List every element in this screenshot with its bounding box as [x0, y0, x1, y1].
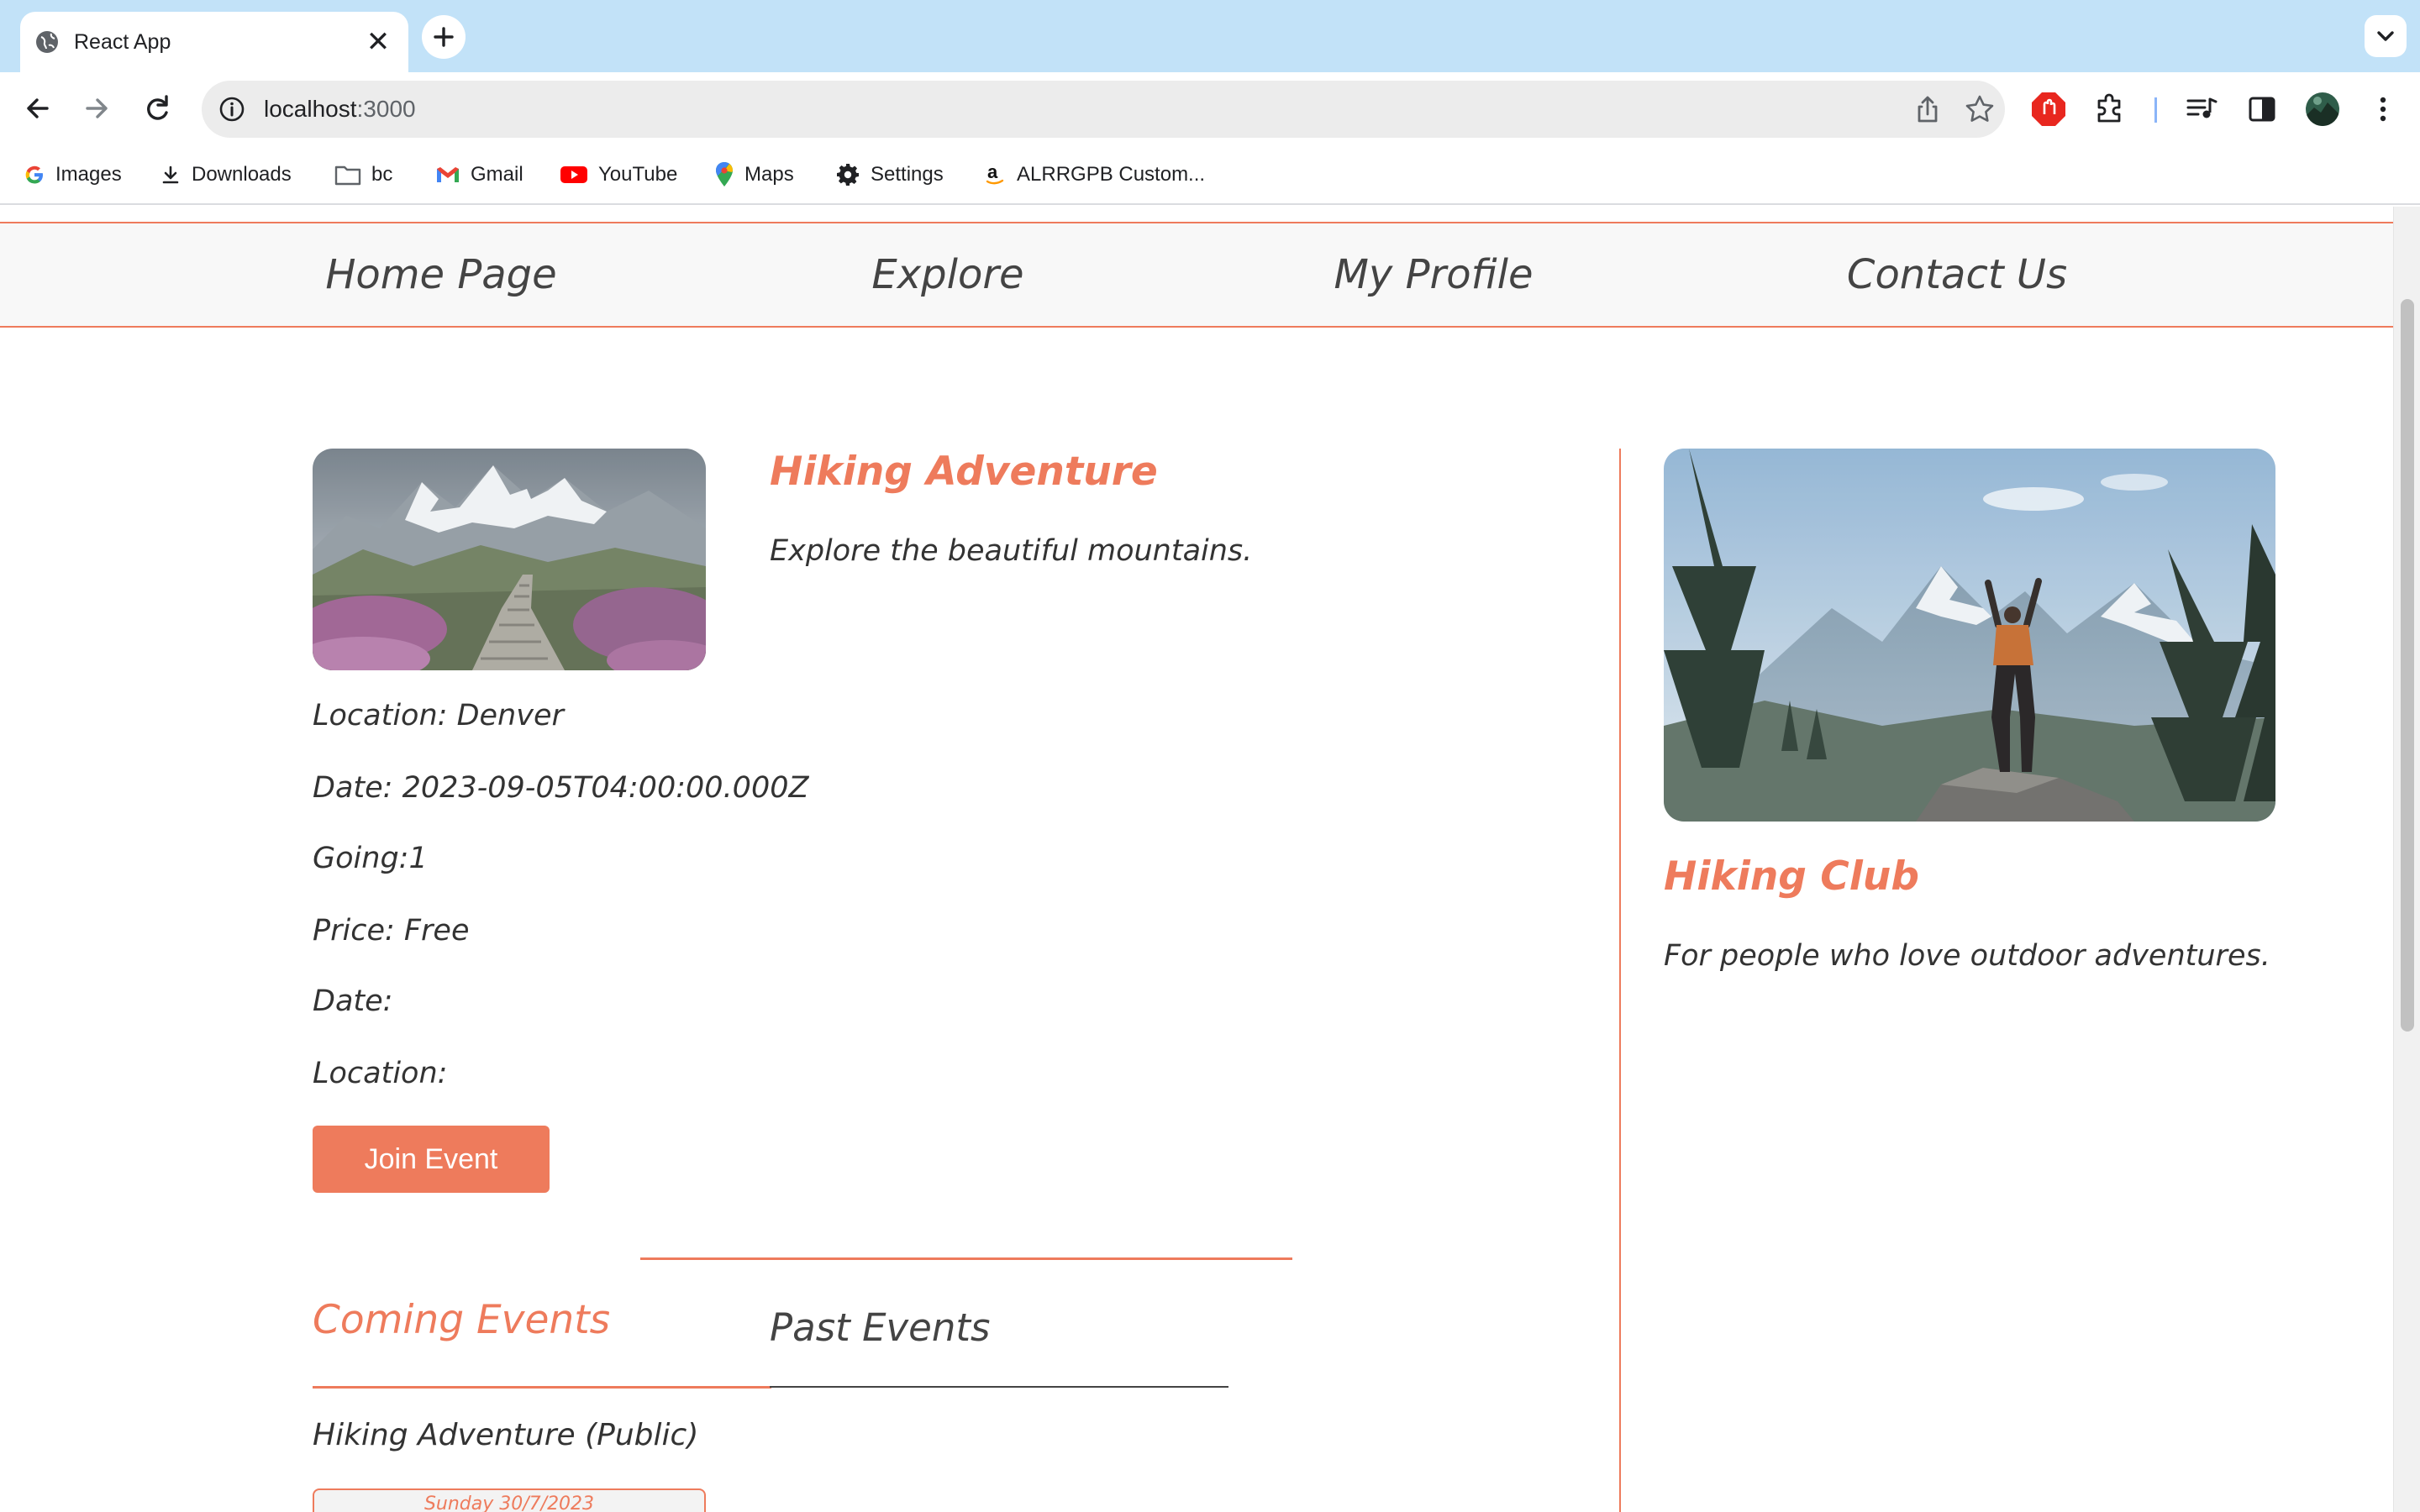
- bookmark-label: YouTube: [598, 163, 678, 186]
- event-date-card[interactable]: Sunday 30/7/2023: [313, 1488, 706, 1512]
- hiker-summit-image: [1664, 449, 2275, 822]
- event-location: Location: Denver: [313, 699, 564, 732]
- tab-search-button[interactable]: [2365, 15, 2407, 57]
- folder-icon: [334, 165, 361, 186]
- tab-coming-events[interactable]: Coming Events: [313, 1297, 610, 1343]
- club-title: Hiking Club: [1664, 853, 1919, 900]
- google-icon: [25, 165, 43, 184]
- join-event-button[interactable]: Join Event: [313, 1126, 550, 1193]
- media-controls-icon[interactable]: [2180, 87, 2223, 131]
- nav-explore-link[interactable]: Explore: [871, 223, 1023, 326]
- bookmark-youtube[interactable]: YouTube: [560, 144, 677, 205]
- bookmark-images[interactable]: Images: [24, 144, 122, 205]
- club-description: For people who love outdoor adventures.: [1664, 939, 2270, 973]
- site-info-icon[interactable]: [217, 94, 247, 124]
- forward-arrow-icon[interactable]: [72, 84, 121, 133]
- side-panel-icon[interactable]: [2240, 87, 2284, 131]
- coming-event-item[interactable]: Hiking Adventure (Public): [313, 1418, 698, 1452]
- download-icon: [162, 165, 179, 184]
- url-host: localhost: [264, 96, 357, 122]
- bookmark-label: Maps: [744, 163, 794, 186]
- svg-text:a: a: [987, 162, 998, 182]
- bookmark-star-icon[interactable]: [1963, 92, 1996, 126]
- event-going: Going:1: [313, 842, 428, 875]
- event-date: Date: 2023-09-05T04:00:00.000Z: [313, 771, 809, 805]
- maps-icon: [716, 162, 733, 186]
- gmail-icon: [437, 167, 459, 182]
- nav-home-link[interactable]: Home Page: [325, 223, 556, 326]
- tab-past-events[interactable]: Past Events: [770, 1305, 990, 1350]
- bookmark-maps[interactable]: Maps: [714, 144, 794, 205]
- share-icon[interactable]: [1911, 92, 1944, 126]
- close-tab-icon[interactable]: ✕: [361, 25, 395, 59]
- bookmark-downloads[interactable]: Downloads: [160, 144, 292, 205]
- club-image: [1664, 449, 2275, 822]
- past-tab-underline: [770, 1386, 1228, 1388]
- amazon-icon: a: [986, 162, 1004, 185]
- browser-tab[interactable]: React App ✕: [20, 12, 408, 72]
- url-port: :3000: [356, 96, 416, 122]
- bookmark-amazon[interactable]: a ALRRGPB Custom...: [985, 144, 1205, 205]
- new-tab-button[interactable]: [422, 15, 466, 59]
- bookmark-bc[interactable]: bc: [334, 144, 392, 205]
- nav-profile-link[interactable]: My Profile: [1334, 223, 1534, 326]
- event-title: Hiking Adventure: [770, 449, 1158, 495]
- bookmark-label: Gmail: [471, 163, 523, 186]
- address-bar[interactable]: localhost:3000: [202, 81, 2005, 138]
- youtube-icon: [560, 166, 587, 183]
- bookmark-label: bc: [371, 163, 393, 186]
- globe-icon: [36, 31, 58, 53]
- bookmark-label: Downloads: [192, 163, 292, 186]
- bookmark-label: Images: [55, 163, 122, 186]
- bookmark-label: Settings: [871, 163, 944, 186]
- tabs-top-rule: [640, 1257, 1292, 1260]
- coming-tab-underline: [313, 1386, 771, 1389]
- event-date-card-label: Sunday 30/7/2023: [424, 1494, 595, 1512]
- browser-menu-icon[interactable]: [2361, 87, 2405, 131]
- event-location-2: Location:: [313, 1057, 448, 1090]
- tab-title: React App: [74, 30, 171, 54]
- event-price: Price: Free: [313, 914, 470, 948]
- bookmark-label: ALRRGPB Custom...: [1017, 163, 1206, 186]
- reload-icon[interactable]: [133, 84, 182, 133]
- toolbar-separator: [2154, 97, 2157, 123]
- gear-icon: [837, 164, 859, 186]
- bookmark-gmail[interactable]: Gmail: [435, 144, 523, 205]
- adblock-extension-icon[interactable]: [2027, 87, 2070, 131]
- profile-avatar-icon[interactable]: [2301, 87, 2344, 131]
- column-divider: [1619, 449, 1621, 1512]
- bookmark-settings[interactable]: Settings: [835, 144, 944, 205]
- plus-icon: [434, 27, 454, 47]
- event-image: [313, 449, 706, 670]
- bookmarks-bar: Images Downloads bc Gmail YouTube Maps S…: [0, 144, 2420, 205]
- back-arrow-icon[interactable]: [13, 84, 62, 133]
- scrollbar-thumb[interactable]: [2401, 299, 2414, 1032]
- event-date-2: Date:: [313, 984, 393, 1018]
- nav-contact-link[interactable]: Contact Us: [1847, 223, 2067, 326]
- chevron-down-icon: [2377, 31, 2394, 41]
- event-description: Explore the beautiful mountains.: [770, 534, 1253, 568]
- site-navbar: Home Page Explore My Profile Contact Us: [0, 222, 2393, 328]
- puzzle-extensions-icon[interactable]: [2089, 87, 2133, 131]
- url-text: localhost:3000: [264, 81, 416, 138]
- mountain-trail-image: [313, 449, 706, 670]
